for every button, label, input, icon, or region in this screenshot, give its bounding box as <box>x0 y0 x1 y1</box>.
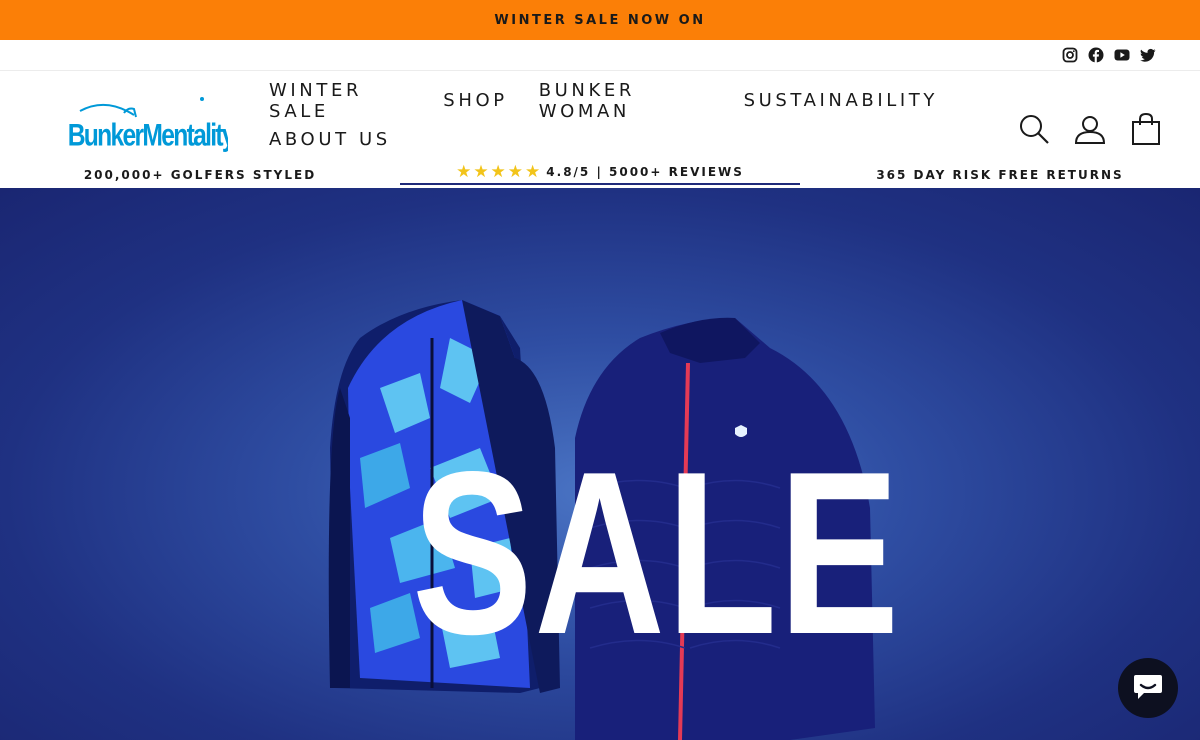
cart-icon[interactable] <box>1130 112 1162 145</box>
usp-golfers-styled: 200,000+ GOLFERS STYLED <box>83 168 317 182</box>
twitter-icon[interactable] <box>1140 47 1156 63</box>
header-icons <box>1018 112 1162 145</box>
nav-row-1: WINTER SALE SHOP BUNKER WOMAN SUSTAINABI… <box>269 80 969 122</box>
usp-returns: 365 DAY RISK FREE RETURNS <box>876 168 1124 182</box>
nav-item-winter-sale[interactable]: WINTER SALE <box>269 80 412 122</box>
site-header: BunkerMentality WINTER SALE SHOP BUNKER … <box>0 71 1200 188</box>
logo-wordmark: BunkerMentality <box>68 118 238 154</box>
hero-banner[interactable]: SALE <box>0 188 1200 740</box>
usp-bar: 200,000+ GOLFERS STYLED ★★★★★ 4.8/5 | 500… <box>0 162 1200 188</box>
site-logo[interactable]: BunkerMentality <box>66 95 238 155</box>
search-icon[interactable] <box>1018 113 1050 145</box>
chat-icon <box>1132 671 1164 705</box>
nav-row-2: ABOUT US <box>269 120 969 159</box>
hero-headline: SALE <box>412 424 901 683</box>
rating-text: 4.8/5 | 5000+ REVIEWS <box>546 165 744 179</box>
rating-stars: ★★★★★ <box>456 162 543 182</box>
announcement-text: WINTER SALE NOW ON <box>494 12 706 28</box>
nav-item-sustainability[interactable]: SUSTAINABILITY <box>744 90 938 111</box>
nav-item-shop[interactable]: SHOP <box>443 90 507 111</box>
facebook-icon[interactable] <box>1088 47 1104 63</box>
nav-item-bunker-woman[interactable]: BUNKER WOMAN <box>539 80 713 122</box>
account-icon[interactable] <box>1074 113 1106 145</box>
main-nav: WINTER SALE SHOP BUNKER WOMAN SUSTAINABI… <box>269 80 969 159</box>
svg-text:BunkerMentality: BunkerMentality <box>68 118 228 154</box>
usp-reviews[interactable]: ★★★★★ 4.8/5 | 5000+ REVIEWS <box>400 162 800 185</box>
social-links <box>1062 47 1156 63</box>
nav-item-about-us[interactable]: ABOUT US <box>269 129 391 150</box>
announcement-bar[interactable]: WINTER SALE NOW ON <box>0 0 1200 40</box>
chat-button[interactable] <box>1118 658 1178 718</box>
social-bar <box>0 40 1200 71</box>
instagram-icon[interactable] <box>1062 47 1078 63</box>
youtube-icon[interactable] <box>1114 47 1130 63</box>
